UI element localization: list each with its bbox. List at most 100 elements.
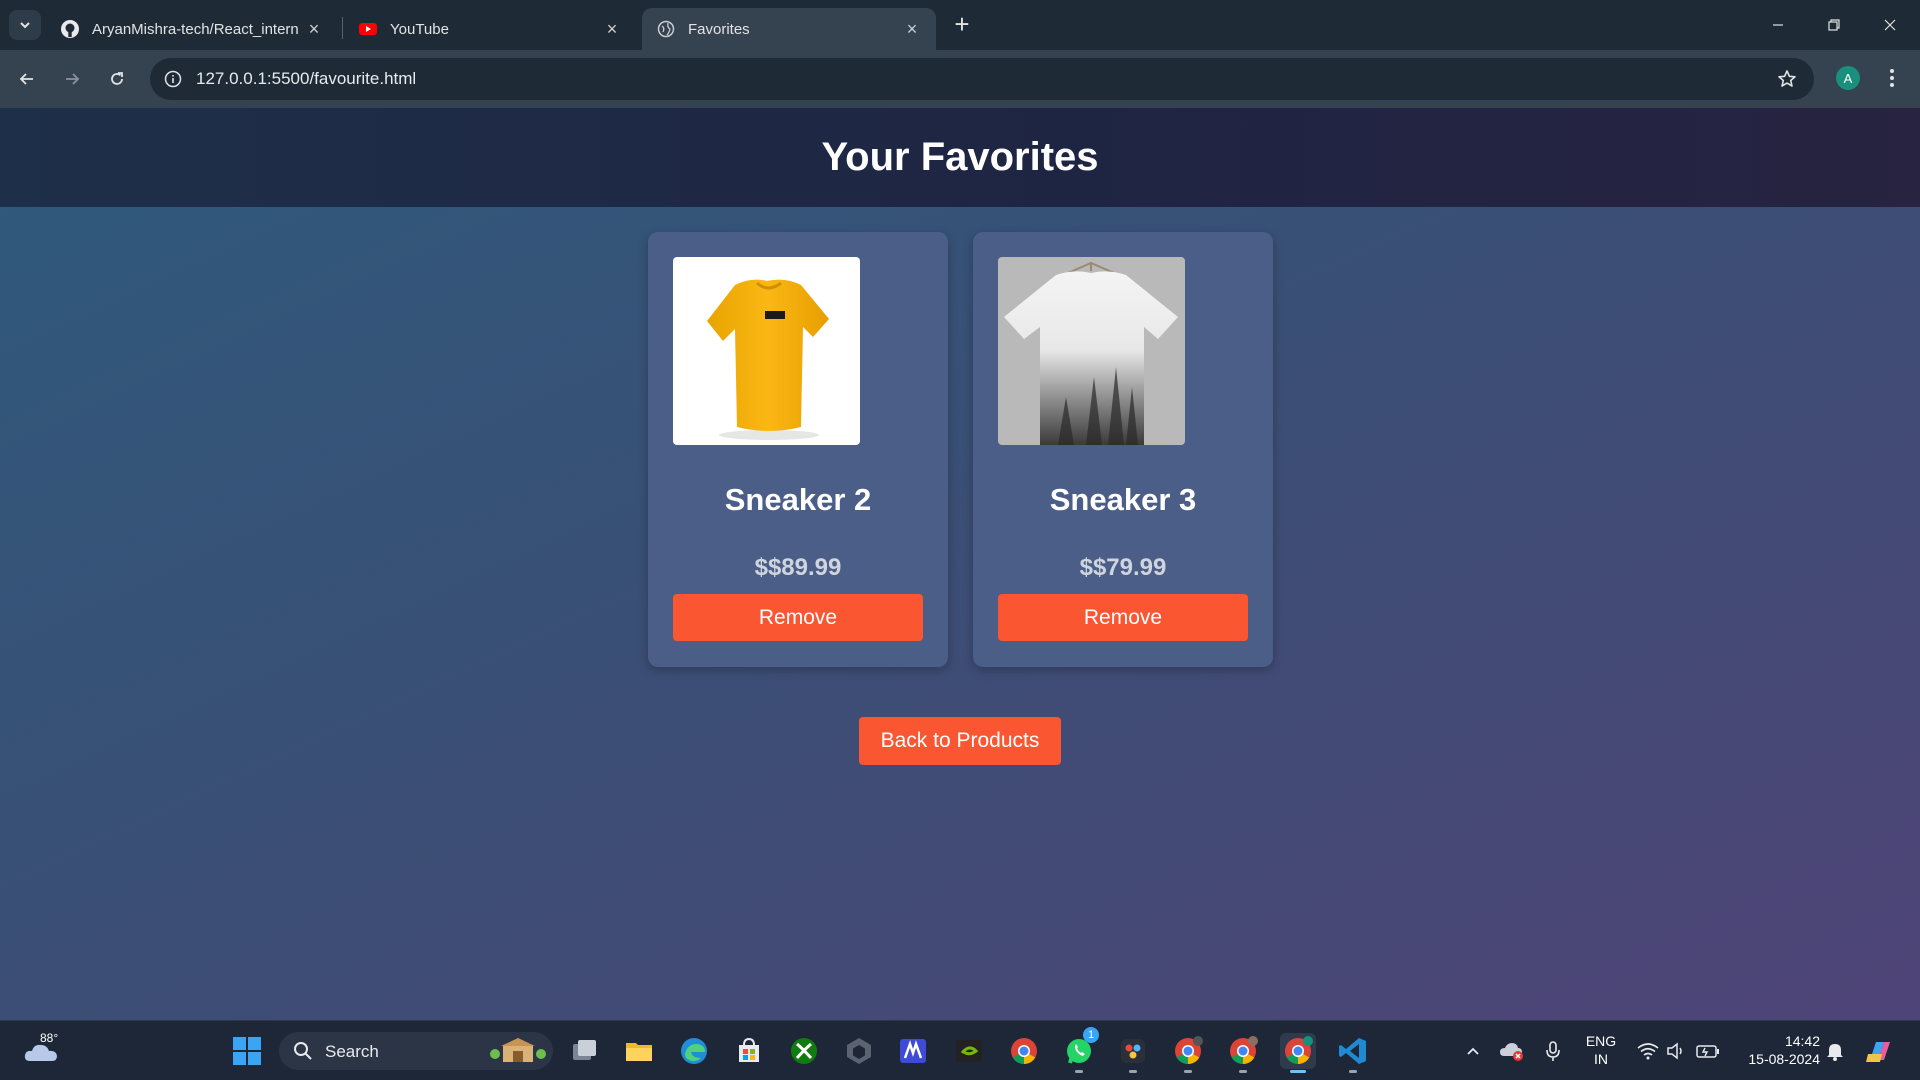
running-indicator	[1129, 1070, 1137, 1073]
page-viewport: Your Favorites Sneaker 2 $$89.99 Remove	[0, 108, 1920, 1020]
clock[interactable]: 14:42 15-08-2024	[1734, 1032, 1820, 1068]
running-indicator	[1239, 1070, 1247, 1073]
microphone-button[interactable]	[1535, 1033, 1571, 1069]
chrome-icon	[1230, 1036, 1258, 1065]
bookmark-star-icon[interactable]	[1776, 68, 1798, 90]
remove-button[interactable]: Remove	[998, 594, 1248, 641]
nvidia-button[interactable]	[951, 1033, 987, 1069]
tab-github[interactable]: AryanMishra-tech/React_intern ×	[46, 8, 338, 50]
vscode-button[interactable]	[1335, 1033, 1371, 1073]
close-icon	[1884, 19, 1896, 31]
browser-tab-bar: AryanMishra-tech/React_intern × YouTube …	[0, 0, 1920, 50]
restore-icon	[1828, 19, 1840, 31]
edge-button[interactable]	[676, 1033, 712, 1069]
language-code: ENG	[1585, 1033, 1617, 1049]
copilot-button[interactable]	[1861, 1033, 1897, 1069]
tab-title: YouTube	[390, 20, 449, 38]
reload-button[interactable]	[100, 62, 134, 96]
bell-icon	[1827, 1044, 1843, 1061]
github-icon	[60, 19, 80, 39]
task-view-icon	[573, 1040, 596, 1060]
product-price: $$79.99	[1079, 554, 1167, 581]
running-indicator	[1184, 1070, 1192, 1073]
show-hidden-icons-button[interactable]	[1455, 1033, 1491, 1069]
globe-icon	[656, 19, 676, 39]
chrome-icon	[1285, 1036, 1313, 1065]
tab-close-icon[interactable]: ×	[902, 19, 922, 39]
url-text[interactable]: 127.0.0.1:5500/favourite.html	[196, 69, 416, 89]
back-nav-button[interactable]	[10, 62, 44, 96]
profile-avatar[interactable]: A	[1836, 66, 1860, 90]
tab-title: AryanMishra-tech/React_intern	[92, 20, 299, 38]
product-name: Sneaker 2	[724, 482, 872, 517]
product-price: $$89.99	[754, 554, 842, 581]
clock-time: 14:42	[1784, 1033, 1820, 1049]
close-window-button[interactable]	[1862, 0, 1918, 50]
page-title: Your Favorites	[821, 135, 1099, 179]
chrome-profile-button[interactable]	[1170, 1033, 1206, 1073]
chrome-icon	[1011, 1038, 1037, 1065]
folder-icon	[626, 1043, 652, 1061]
site-info-icon[interactable]	[162, 68, 184, 90]
davinci-icon	[1121, 1039, 1145, 1063]
remove-button[interactable]: Remove	[673, 594, 923, 641]
language-indicator[interactable]: ENG IN	[1580, 1032, 1622, 1068]
windows-icon	[233, 1037, 261, 1065]
davinci-button[interactable]	[1115, 1033, 1151, 1073]
arrow-right-icon	[66, 73, 80, 85]
new-tab-button[interactable]: +	[950, 11, 974, 37]
xbox-icon	[791, 1038, 817, 1064]
address-bar[interactable]: 127.0.0.1:5500/favourite.html	[150, 58, 1814, 100]
arrow-left-icon	[19, 73, 33, 85]
edge-icon	[681, 1038, 707, 1064]
store-button[interactable]	[731, 1033, 767, 1069]
volume-icon	[1667, 1042, 1682, 1060]
tab-close-icon[interactable]: ×	[602, 19, 622, 39]
clock-date: 15-08-2024	[1748, 1051, 1820, 1067]
taskbar-search[interactable]: Search	[279, 1032, 553, 1070]
cloud-error-icon	[1500, 1043, 1523, 1061]
tab-favorites[interactable]: Favorites ×	[642, 8, 936, 50]
tab-youtube[interactable]: YouTube ×	[344, 8, 636, 50]
windows-taskbar: 88° Search 1 ENG IN 14:42 15-08-2024	[0, 1020, 1920, 1080]
tab-divider	[342, 17, 343, 39]
onedrive-button[interactable]	[1494, 1033, 1530, 1069]
reload-icon	[111, 72, 123, 85]
volume-button[interactable]	[1658, 1033, 1694, 1069]
start-button[interactable]	[229, 1033, 265, 1069]
unity-button[interactable]	[841, 1033, 877, 1069]
chrome-active-button[interactable]	[1280, 1033, 1316, 1073]
xbox-button[interactable]	[786, 1033, 822, 1069]
file-explorer-button[interactable]	[621, 1033, 657, 1069]
unity-icon	[847, 1038, 871, 1064]
tab-close-icon[interactable]: ×	[304, 19, 324, 39]
app-icon	[900, 1039, 926, 1063]
more-vertical-icon	[1890, 69, 1894, 87]
region-code: IN	[1594, 1051, 1608, 1067]
tab-search-button[interactable]	[9, 10, 41, 40]
copilot-icon	[1866, 1042, 1890, 1062]
battery-button[interactable]	[1690, 1033, 1726, 1069]
favorite-card: Sneaker 2 $$89.99 Remove	[648, 232, 948, 667]
product-image	[998, 257, 1185, 445]
tab-title: Favorites	[688, 20, 750, 38]
nvidia-icon	[956, 1040, 982, 1062]
notifications-button[interactable]	[1817, 1033, 1853, 1069]
battery-icon	[1696, 1045, 1719, 1058]
restore-button[interactable]	[1806, 0, 1862, 50]
browser-menu-button[interactable]	[1882, 64, 1902, 92]
forward-nav-button[interactable]	[55, 62, 89, 96]
microphone-icon	[1546, 1041, 1560, 1061]
back-to-products-button[interactable]: Back to Products	[859, 717, 1061, 765]
chrome-profile-button[interactable]	[1225, 1033, 1261, 1073]
minimize-button[interactable]	[1750, 0, 1806, 50]
weather-temp: 88°	[40, 1031, 59, 1045]
minimize-icon	[1773, 24, 1783, 26]
youtube-icon	[358, 19, 378, 39]
app-button[interactable]	[895, 1033, 931, 1069]
task-view-button[interactable]	[566, 1033, 602, 1069]
whatsapp-button[interactable]: 1	[1061, 1027, 1099, 1073]
chrome-icon	[1175, 1036, 1203, 1065]
chrome-button[interactable]	[1006, 1033, 1042, 1069]
search-label: Search	[325, 1042, 379, 1061]
